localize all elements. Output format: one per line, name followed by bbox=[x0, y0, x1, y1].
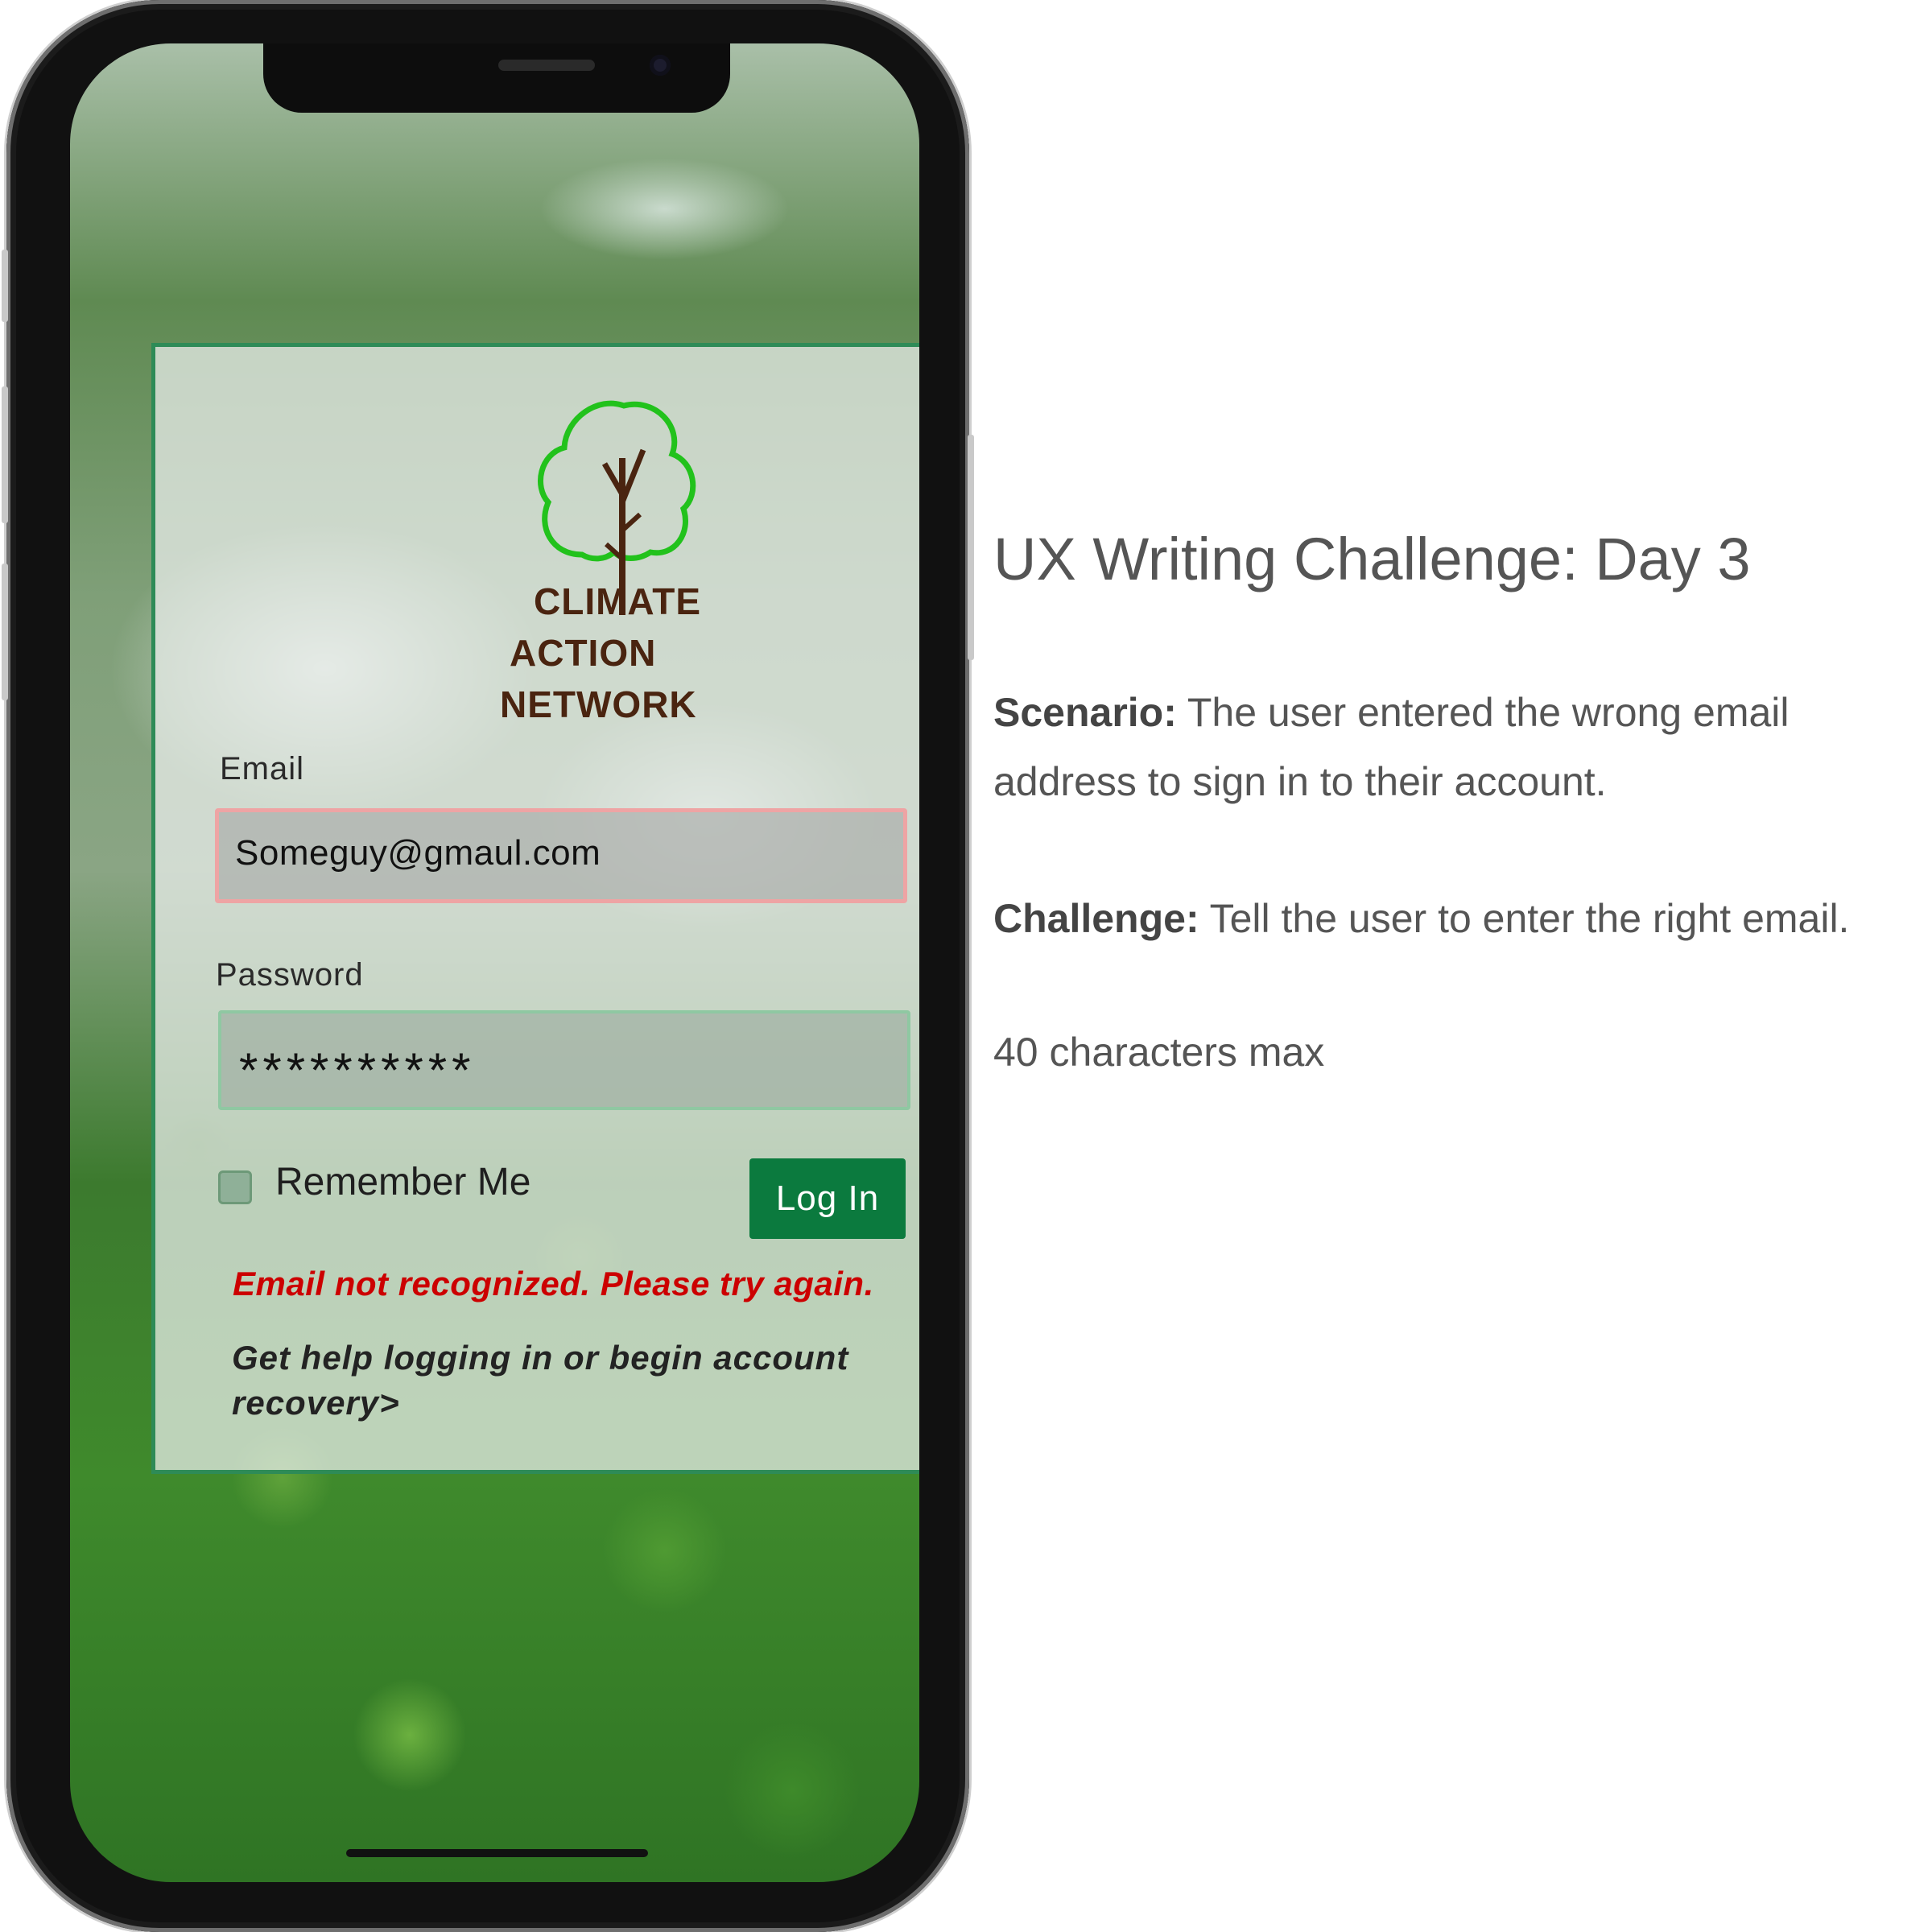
login-button[interactable]: Log In bbox=[749, 1158, 906, 1239]
challenge-paragraph: Challenge: Tell the user to enter the ri… bbox=[993, 884, 1849, 953]
challenge-title: UX Writing Challenge: Day 3 bbox=[993, 526, 1751, 592]
remember-me-label: Remember Me bbox=[275, 1161, 531, 1203]
phone-frame: CLIMATE ACTION NETWORK Email Someguy@gma… bbox=[2, 0, 974, 1932]
volume-up-button bbox=[2, 386, 8, 523]
challenge-text: Tell the user to enter the right email. bbox=[1209, 896, 1850, 941]
scenario-text-2: address to sign in to their account. bbox=[993, 759, 1607, 804]
volume-down-button bbox=[2, 564, 8, 700]
phone-notch bbox=[263, 43, 730, 113]
scenario-label: Scenario: bbox=[993, 690, 1177, 735]
character-limit: 40 characters max bbox=[993, 1030, 1325, 1075]
logo-line-2: ACTION bbox=[510, 632, 657, 674]
email-field[interactable]: Someguy@gmaul.com bbox=[215, 808, 907, 903]
tree-icon bbox=[538, 400, 696, 615]
home-indicator[interactable] bbox=[346, 1849, 648, 1857]
challenge-label: Challenge: bbox=[993, 896, 1199, 941]
mute-switch bbox=[2, 250, 8, 322]
climate-action-network-logo: CLIMATE ACTION NETWORK bbox=[500, 374, 743, 725]
speaker-grille bbox=[498, 60, 595, 71]
logo-line-3: NETWORK bbox=[500, 683, 697, 725]
front-camera-icon bbox=[650, 55, 671, 76]
password-label: Password bbox=[216, 957, 364, 993]
scenario-paragraph: Scenario: The user entered the wrong ema… bbox=[993, 678, 1790, 816]
logo-line-1: CLIMATE bbox=[534, 580, 702, 622]
scenario-text-1: The user entered the wrong email bbox=[1187, 690, 1790, 735]
password-field[interactable]: ********** bbox=[218, 1010, 910, 1110]
remember-me-checkbox[interactable] bbox=[218, 1170, 252, 1204]
help-link-line-2: recovery> bbox=[232, 1384, 400, 1422]
phone-screen: CLIMATE ACTION NETWORK Email Someguy@gma… bbox=[70, 43, 919, 1882]
error-message: Email not recognized. Please try again. bbox=[233, 1265, 874, 1302]
account-recovery-link[interactable]: Get help logging in or begin account rec… bbox=[232, 1335, 860, 1426]
power-button bbox=[968, 435, 974, 660]
email-label: Email bbox=[220, 751, 305, 786]
help-link-line-1: Get help logging in or begin account bbox=[232, 1339, 849, 1377]
login-card: CLIMATE ACTION NETWORK Email Someguy@gma… bbox=[151, 343, 919, 1474]
